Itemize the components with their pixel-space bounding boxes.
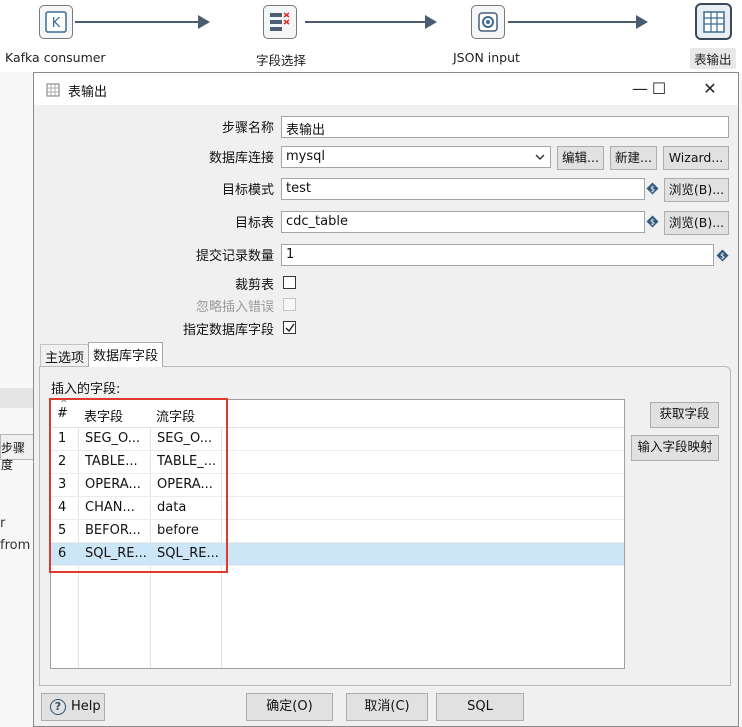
- sql-button[interactable]: SQL: [436, 693, 524, 721]
- node-label-json: JSON input: [453, 50, 520, 65]
- node-label-kafka: Kafka consumer: [5, 50, 106, 65]
- dialog-title: 表输出: [68, 85, 108, 100]
- step-name-label: 步骤名称: [221, 121, 274, 136]
- truncate-checkbox[interactable]: [283, 276, 296, 289]
- table-output-icon[interactable]: [695, 3, 732, 40]
- new-connection-button[interactable]: 新建...: [610, 146, 657, 170]
- target-schema-input[interactable]: test: [281, 178, 645, 200]
- db-connection-label: 数据库连接: [208, 151, 274, 166]
- chevron-down-icon[interactable]: [532, 149, 548, 165]
- target-schema-label: 目标模式: [221, 183, 274, 198]
- hop-arrow-icon: [425, 15, 437, 29]
- ignore-errors-label: 忽略插入错误: [195, 300, 274, 315]
- select-values-icon[interactable]: [263, 5, 297, 39]
- step-name-input[interactable]: 表输出: [281, 116, 729, 138]
- edit-connection-button[interactable]: 编辑...: [557, 146, 604, 170]
- kafka-icon[interactable]: K: [39, 5, 73, 39]
- variable-icon: $: [716, 249, 729, 262]
- node-label-table-output: 表输出: [690, 48, 736, 69]
- table-icon: [46, 83, 60, 101]
- browse-schema-button[interactable]: 浏览(B)...: [664, 178, 729, 202]
- node-label-select: 字段选择: [256, 53, 307, 68]
- background-text: from: [0, 538, 31, 553]
- cancel-button[interactable]: 取消(C): [346, 693, 428, 721]
- variable-icon: $: [646, 215, 659, 228]
- svg-text:K: K: [52, 16, 61, 31]
- annotation-highlight-box: [49, 398, 228, 573]
- specify-fields-checkbox[interactable]: [283, 321, 296, 334]
- specify-fields-label: 指定数据库字段: [182, 323, 274, 338]
- commit-size-input[interactable]: 1: [281, 244, 714, 266]
- transformation-canvas: K Kafka consumer 字段选择 JSON input 表输出: [0, 0, 742, 72]
- db-connection-select[interactable]: mysql: [281, 146, 551, 168]
- truncate-label: 裁剪表: [234, 278, 274, 293]
- background-step-button[interactable]: 步骤度: [0, 434, 37, 472]
- commit-size-label: 提交记录数量: [195, 249, 274, 264]
- target-table-label: 目标表: [234, 216, 274, 231]
- hop-arrow-icon: [198, 15, 210, 29]
- json-input-icon[interactable]: [471, 5, 505, 39]
- variable-icon: $: [646, 182, 659, 195]
- ok-button[interactable]: 确定(O): [246, 693, 333, 721]
- hop-line: [75, 21, 200, 23]
- insert-fields-label: 插入的字段:: [51, 382, 121, 397]
- db-connection-value: mysql: [286, 149, 325, 164]
- maximize-icon[interactable]: ☐: [641, 77, 677, 101]
- checkmark-icon: [285, 323, 295, 333]
- hop-arrow-icon: [636, 15, 648, 29]
- target-table-input[interactable]: cdc_table: [281, 211, 645, 233]
- svg-text:$: $: [650, 184, 655, 193]
- browse-table-button[interactable]: 浏览(B)...: [664, 211, 729, 235]
- tab-database-fields[interactable]: 数据库字段: [88, 342, 164, 367]
- svg-text:$: $: [650, 217, 655, 226]
- ignore-errors-checkbox[interactable]: [283, 298, 296, 311]
- close-icon[interactable]: ✕: [692, 77, 728, 101]
- background-text: r: [0, 516, 6, 531]
- hop-line: [508, 21, 638, 23]
- wizard-button[interactable]: Wizard...: [663, 146, 729, 170]
- header-filler: [221, 400, 624, 428]
- dialog-titlebar[interactable]: 表输出 — ☐ ✕: [34, 73, 738, 105]
- tab-main-options[interactable]: 主选项: [40, 344, 90, 366]
- get-fields-button[interactable]: 获取字段: [650, 402, 719, 428]
- help-button[interactable]: ? Help: [41, 693, 105, 721]
- field-mapping-button[interactable]: 输入字段映射: [631, 435, 719, 461]
- svg-text:$: $: [720, 251, 725, 260]
- hop-line: [305, 21, 427, 23]
- help-icon: ?: [50, 699, 66, 715]
